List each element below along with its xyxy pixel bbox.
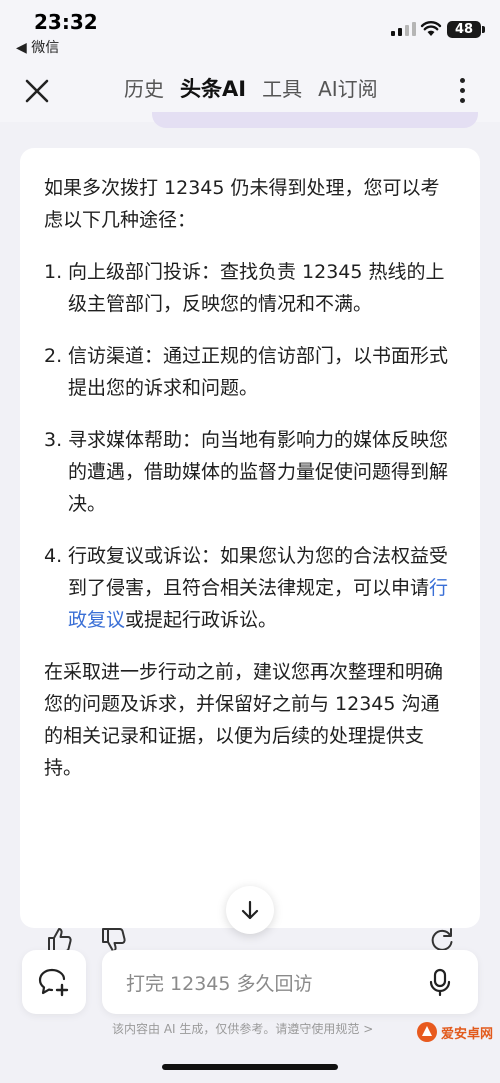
list-item: 4. 行政复议或诉讼：如果您认为您的合法权益受到了侵害，且符合相关法律规定，可以… xyxy=(44,540,454,636)
clock: 23:32 xyxy=(34,10,98,34)
new-chat-icon xyxy=(38,968,69,997)
tab-history[interactable]: 历史 xyxy=(116,74,172,104)
close-icon[interactable] xyxy=(20,74,54,108)
list-item-text: 信访渠道：通过正规的信访部门，以书面形式提出您的诉求和问题。 xyxy=(68,345,449,399)
list-item-number: 4. xyxy=(44,545,63,567)
list-item-text-after: 或提起行政诉讼。 xyxy=(125,609,278,631)
watermark-text: 爱安卓网 xyxy=(441,1026,494,1042)
tab-tools[interactable]: 工具 xyxy=(254,74,310,104)
list-item: 2. 信访渠道：通过正规的信访部门，以书面形式提出您的诉求和问题。 xyxy=(44,340,454,404)
list-item-number: 1. xyxy=(44,261,63,283)
back-to-wechat-link[interactable]: ◀ 微信 xyxy=(16,37,59,57)
ai-disclaimer-link[interactable]: 该内容由 AI 生成，仅供参考。请遵守使用规范 > xyxy=(112,1020,373,1037)
microphone-icon[interactable] xyxy=(428,968,452,996)
new-chat-button[interactable] xyxy=(22,950,86,1014)
home-indicator[interactable] xyxy=(162,1064,338,1070)
answer-content: 如果多次拨打 12345 仍未得到处理，您可以考虑以下几种途径： 1. 向上级部… xyxy=(44,172,454,784)
list-item-text: 寻求媒体帮助：向当地有影响力的媒体反映您的遭遇，借助媒体的监督力量促使问题得到解… xyxy=(68,429,449,515)
list-item-number: 2. xyxy=(44,345,63,367)
more-options-icon[interactable] xyxy=(452,70,472,110)
wifi-icon xyxy=(420,21,442,36)
list-item-number: 3. xyxy=(44,429,63,451)
list-item: 1. 向上级部门投诉：查找负责 12345 热线的上级主管部门，反映您的情况和不… xyxy=(44,256,454,320)
arrow-down-icon xyxy=(241,900,259,920)
tab-bar: 历史 头条AI 工具 AI订阅 xyxy=(116,74,386,104)
cellular-signal-icon xyxy=(391,22,417,36)
question-input[interactable]: 打完 12345 多久回访 xyxy=(102,950,478,1014)
battery-indicator: 48 xyxy=(447,21,485,38)
status-bar: 23:32 ◀ 微信 48 xyxy=(0,0,500,60)
list-item-text: 向上级部门投诉：查找负责 12345 热线的上级主管部门，反映您的情况和不满。 xyxy=(68,261,445,315)
watermark-logo-icon xyxy=(417,1022,437,1042)
answer-conclusion: 在采取进一步行动之前，建议您再次整理和明确您的问题及诉求，并保留好之前与 123… xyxy=(44,661,444,779)
list-item-text: 行政复议或诉讼：如果您认为您的合法权益受到了侵害，且符合相关法律规定，可以申请行… xyxy=(68,540,454,636)
previous-message-bubble xyxy=(152,112,478,128)
answer-intro: 如果多次拨打 12345 仍未得到处理，您可以考虑以下几种途径： xyxy=(44,177,440,231)
question-input-placeholder: 打完 12345 多久回访 xyxy=(126,973,313,995)
list-item: 3. 寻求媒体帮助：向当地有影响力的媒体反映您的遭遇，借助媒体的监督力量促使问题… xyxy=(44,424,454,520)
tab-ai-subscription[interactable]: AI订阅 xyxy=(310,74,386,104)
watermark: 爱安卓网 xyxy=(416,1015,500,1049)
tab-toutiao-ai[interactable]: 头条AI xyxy=(172,74,254,104)
list-item-text-before: 行政复议或诉讼：如果您认为您的合法权益受到了侵害，且符合相关法律规定，可以申请 xyxy=(68,545,449,599)
ai-answer-card: 如果多次拨打 12345 仍未得到处理，您可以考虑以下几种途径： 1. 向上级部… xyxy=(20,148,480,928)
scroll-to-bottom-button[interactable] xyxy=(226,886,274,934)
